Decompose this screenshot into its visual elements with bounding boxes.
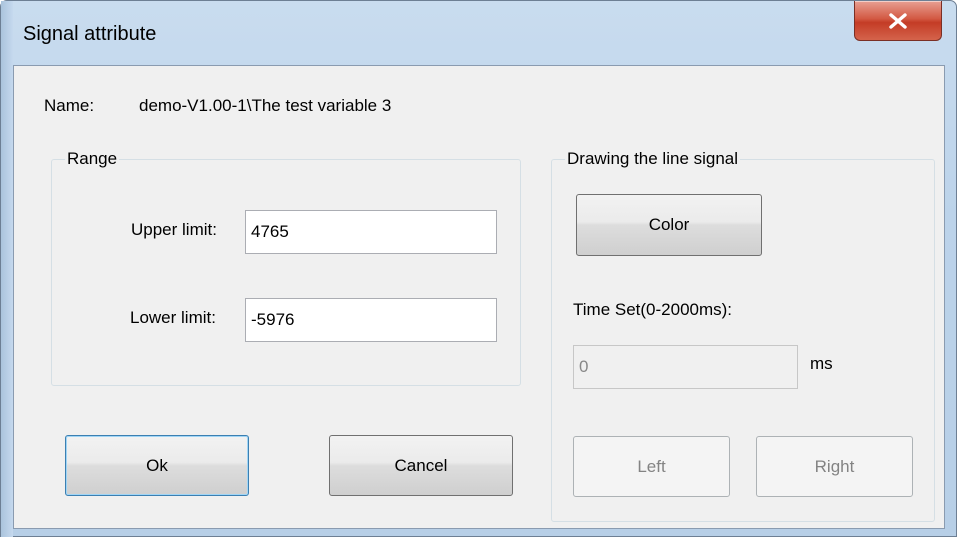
- lower-limit-label: Lower limit:: [130, 308, 216, 327]
- drawing-caption: Drawing the line signal: [565, 149, 741, 169]
- name-value: demo-V1.00-1\The test variable 3: [139, 96, 392, 115]
- upper-limit-label: Upper limit:: [131, 220, 217, 239]
- window-frame-edge: [1, 1, 13, 537]
- time-set-label: Time Set(0-2000ms):: [573, 300, 733, 319]
- window-title: Signal attribute: [23, 23, 157, 45]
- upper-limit-input[interactable]: [245, 210, 497, 254]
- range-groupbox: Range Upper limit: Lower limit:: [51, 149, 521, 386]
- range-caption: Range: [65, 149, 120, 169]
- ok-button[interactable]: Ok: [65, 435, 249, 496]
- cancel-button[interactable]: Cancel: [329, 435, 513, 496]
- close-x-icon: [889, 12, 907, 29]
- color-button[interactable]: Color: [576, 194, 762, 256]
- right-button[interactable]: Right: [756, 436, 913, 497]
- time-unit-label: ms: [810, 354, 833, 373]
- time-set-input[interactable]: [573, 345, 798, 389]
- close-button[interactable]: [854, 1, 942, 41]
- dialog-client-area: Name: demo-V1.00-1\The test variable 3 R…: [13, 65, 945, 529]
- left-button[interactable]: Left: [573, 436, 730, 497]
- name-label: Name:: [44, 96, 95, 115]
- drawing-groupbox: Drawing the line signal Color Time Set(0…: [551, 149, 935, 522]
- dialog-window: Signal attribute Name: demo-V1.00-1\The …: [0, 0, 957, 537]
- lower-limit-input[interactable]: [245, 298, 497, 342]
